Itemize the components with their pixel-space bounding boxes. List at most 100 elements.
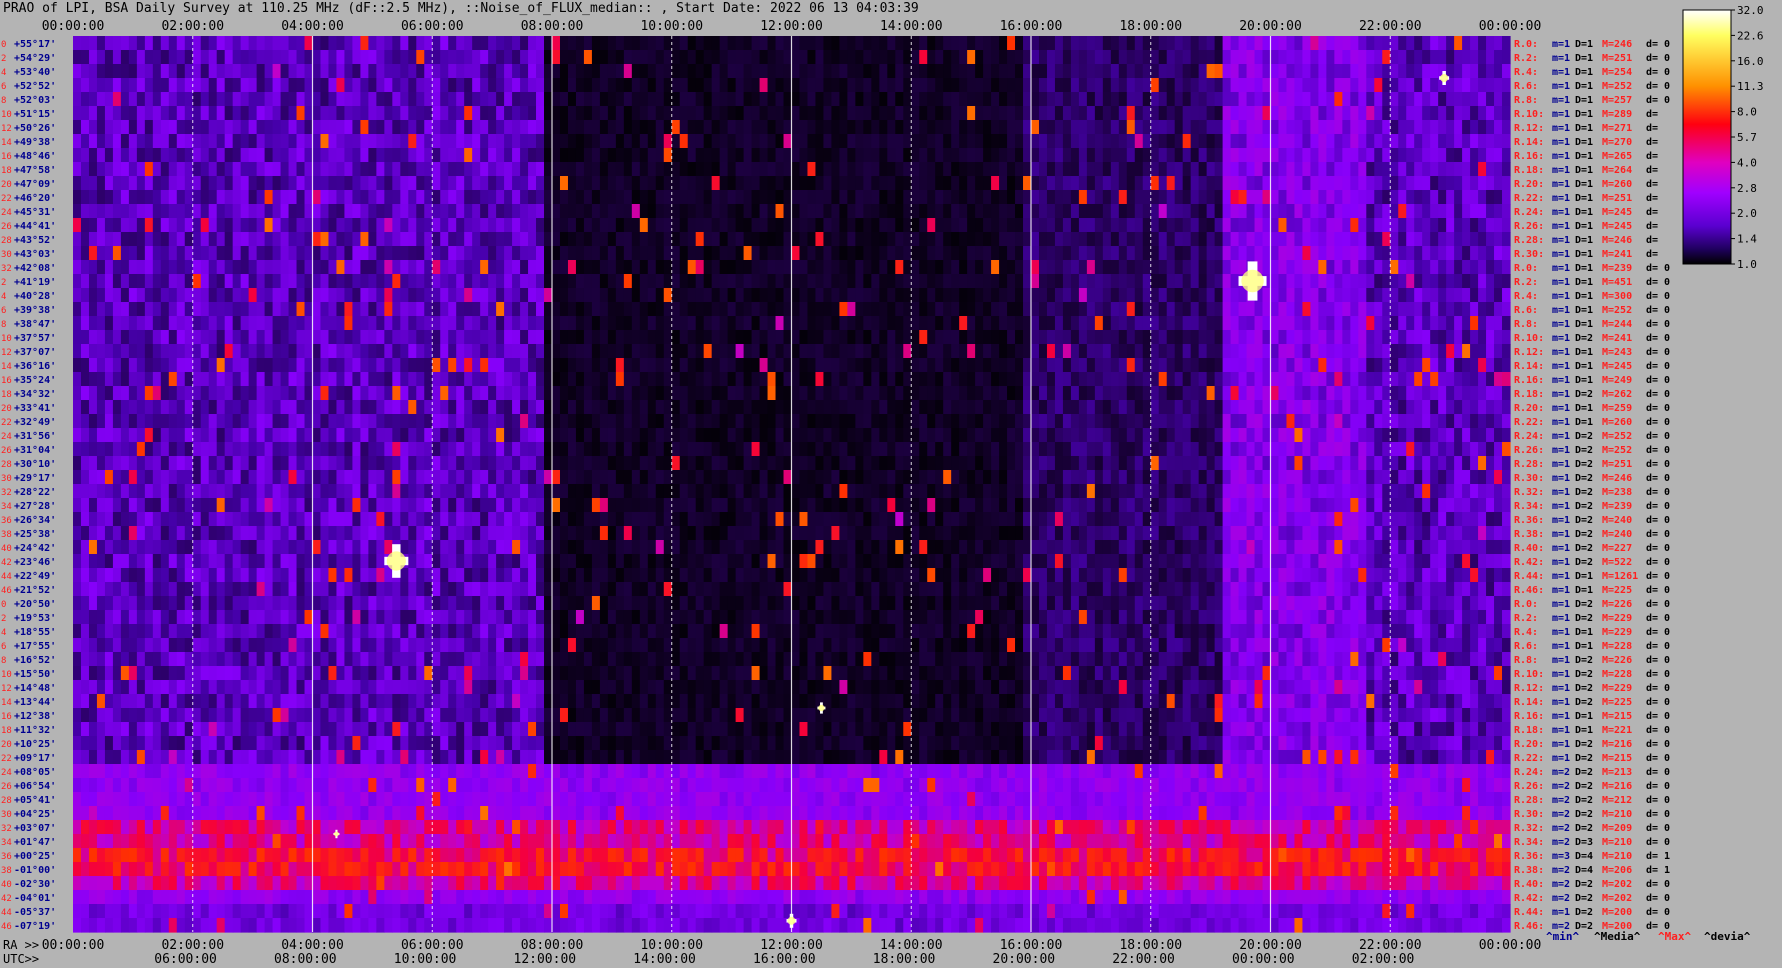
heatmap-cell [767, 106, 777, 121]
heatmap-cell [1502, 78, 1511, 93]
heatmap-cell [112, 302, 122, 317]
heatmap-cell [1270, 50, 1280, 65]
heatmap-cell [1150, 50, 1160, 65]
heatmap-cell [1190, 92, 1200, 107]
heatmap-cell [1134, 232, 1144, 247]
heatmap-cell [1238, 246, 1248, 261]
heatmap-cell [176, 260, 186, 275]
heatmap-cell [536, 400, 545, 415]
heatmap-cell [136, 414, 146, 429]
heatmap-cell [1078, 372, 1088, 387]
heatmap-cell [695, 288, 705, 303]
heatmap-cell [887, 246, 896, 261]
heatmap-cell [775, 400, 785, 415]
heatmap-cell [767, 386, 777, 401]
heatmap-cell [192, 36, 202, 51]
heatmap-cell [1222, 344, 1232, 359]
heatmap-cell [823, 232, 833, 247]
heatmap-cell [1134, 162, 1144, 177]
heatmap-cell [791, 134, 801, 149]
heatmap-cell [903, 36, 912, 51]
heatmap-cell [296, 302, 306, 317]
heatmap-cell [831, 344, 840, 359]
heatmap-cell [1382, 50, 1391, 65]
heatmap-cell [472, 232, 481, 247]
heatmap-cell [136, 372, 146, 387]
heatmap-cell [1414, 190, 1423, 205]
heatmap-cell [623, 246, 633, 261]
heatmap-cell [80, 36, 90, 51]
heatmap-cell [743, 78, 753, 93]
heatmap-cell [943, 36, 952, 51]
heatmap-cell [799, 260, 809, 275]
heatmap-cell [559, 246, 569, 261]
heatmap-cell [128, 274, 138, 289]
heatmap-cell [1214, 260, 1224, 275]
heatmap-cell [951, 372, 960, 387]
heatmap-cell [759, 372, 769, 387]
heatmap-cell [1198, 148, 1208, 163]
heatmap-cell [575, 204, 585, 219]
heatmap-cell [224, 162, 234, 177]
heatmap-cell [959, 288, 968, 303]
heatmap-cell [1302, 120, 1312, 135]
heatmap-cell [1015, 134, 1024, 149]
heatmap-cell [376, 134, 385, 149]
heatmap-cell [687, 106, 697, 121]
heatmap-cell [623, 414, 633, 429]
heatmap-cell [1262, 176, 1272, 191]
heatmap-cell [1382, 358, 1391, 373]
heatmap-cell [1094, 50, 1104, 65]
heatmap-cell [567, 344, 577, 359]
heatmap-cell [919, 330, 928, 345]
heatmap-cell [631, 288, 641, 303]
heatmap-cell [400, 274, 409, 289]
heatmap-cell [296, 204, 306, 219]
heatmap-cell [895, 414, 904, 429]
heatmap-cell [320, 330, 330, 345]
heatmap-cell [320, 344, 330, 359]
heatmap-cell [983, 358, 992, 373]
heatmap-cell [1118, 288, 1128, 303]
heatmap-cell [352, 64, 361, 79]
heatmap-cell [623, 400, 633, 415]
heatmap-cell [799, 274, 809, 289]
heatmap-cell [528, 344, 537, 359]
heatmap-cell [1358, 78, 1367, 93]
heatmap-cell [983, 218, 992, 233]
heatmap-cell [304, 260, 314, 275]
heatmap-cell [711, 190, 721, 205]
heatmap-cell [1062, 344, 1072, 359]
heatmap-cell [424, 190, 433, 205]
heatmap-cell [879, 218, 888, 233]
heatmap-cell [1462, 330, 1471, 345]
heatmap-cell [1023, 36, 1032, 51]
heatmap-cell [1478, 50, 1487, 65]
heatmap-cell [432, 50, 441, 65]
heatmap-cell [1190, 50, 1200, 65]
heatmap-cell [392, 64, 401, 79]
heatmap-cell [727, 106, 737, 121]
heatmap-cell [823, 246, 833, 261]
heatmap-cell [815, 400, 825, 415]
heatmap-cell [184, 232, 194, 247]
heatmap-cell [1294, 176, 1304, 191]
heatmap-cell [192, 400, 202, 415]
heatmap-cell [128, 414, 138, 429]
heatmap-cell [1438, 288, 1447, 303]
heatmap-cell [264, 260, 274, 275]
heatmap-cell [96, 372, 106, 387]
heatmap-cell [544, 50, 553, 65]
heatmap-cell [591, 134, 601, 149]
heatmap-cell [687, 218, 697, 233]
heatmap-cell [1078, 400, 1088, 415]
heatmap-cell [160, 218, 170, 233]
heatmap-cell [1294, 358, 1304, 373]
heatmap-cell [1038, 246, 1048, 261]
heatmap-cell [552, 78, 561, 93]
heatmap-cell [1398, 330, 1407, 345]
heatmap-cell [1454, 162, 1463, 177]
heatmap-cell [567, 232, 577, 247]
heatmap-cell [911, 246, 920, 261]
heatmap-cell [152, 204, 162, 219]
